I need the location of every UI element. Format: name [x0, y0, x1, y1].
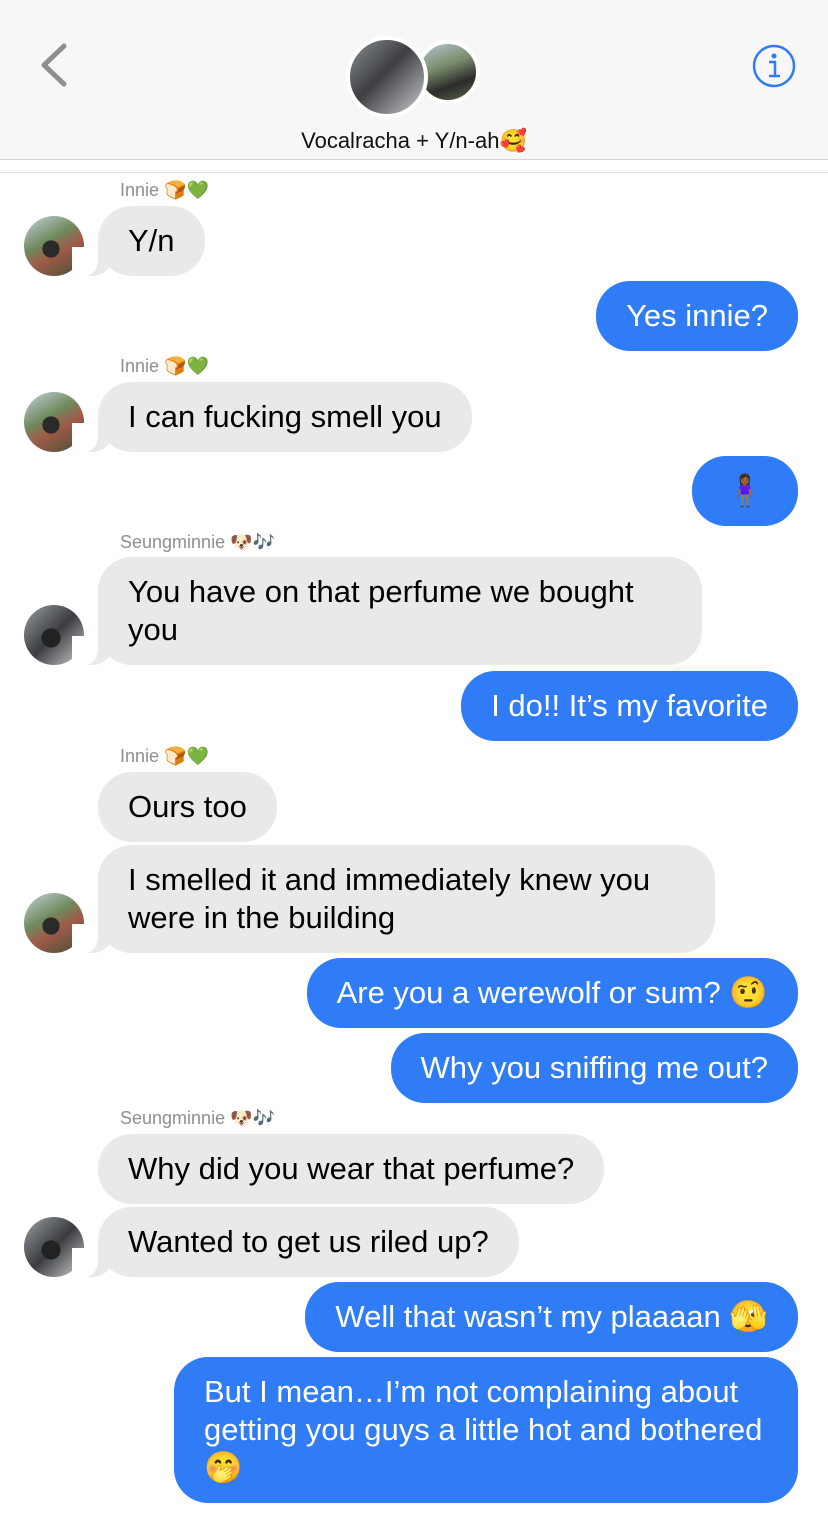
- header-divider: [0, 159, 828, 160]
- chat-title[interactable]: Vocalracha + Y/n-ah🥰: [0, 128, 828, 154]
- info-button[interactable]: [752, 44, 796, 88]
- sender-name: Innie 🍞💚: [120, 356, 209, 376]
- sender-name: Innie 🍞💚: [120, 746, 209, 766]
- message-bubble-outgoing[interactable]: Are you a werewolf or sum? 🤨: [306, 958, 798, 1028]
- sender-name: Seungminnie 🐶🎶: [120, 532, 275, 552]
- back-button[interactable]: [34, 40, 74, 90]
- message-bubble-outgoing[interactable]: I do!! It’s my favorite: [461, 671, 798, 741]
- sender-name: Innie 🍞💚: [120, 180, 209, 200]
- message-bubble-incoming[interactable]: I smelled it and immediately knew you we…: [72, 845, 715, 954]
- info-circle-icon: [752, 44, 796, 88]
- message-bubble-incoming[interactable]: Wanted to get us riled up?: [72, 1207, 519, 1278]
- chevron-left-icon: [41, 43, 67, 87]
- message-bubble-incoming[interactable]: Ours too: [98, 772, 277, 842]
- message-bubble-outgoing[interactable]: Yes innie?: [596, 281, 798, 351]
- message-bubble-outgoing[interactable]: 🧍🏾‍♀️: [692, 456, 798, 526]
- message-bubble-incoming[interactable]: I can fucking smell you: [72, 382, 472, 453]
- header-divider-secondary: [0, 172, 828, 173]
- group-avatar[interactable]: [346, 36, 480, 118]
- message-bubble-incoming[interactable]: You have on that perfume we bought you: [72, 557, 702, 666]
- message-bubble-outgoing[interactable]: Well that wasn’t my plaaaan 🫣: [305, 1282, 798, 1352]
- member-avatar-1: [346, 36, 428, 118]
- message-bubble-outgoing[interactable]: Why you sniffing me out?: [390, 1033, 798, 1103]
- message-bubble-outgoing[interactable]: But I mean…I’m not complaining about get…: [174, 1357, 798, 1503]
- sender-name: Seungminnie 🐶🎶: [120, 1108, 275, 1128]
- message-bubble-incoming[interactable]: Y/n: [72, 206, 205, 277]
- message-bubble-incoming[interactable]: Why did you wear that perfume?: [98, 1134, 605, 1204]
- chat-header: Vocalracha + Y/n-ah🥰: [0, 0, 828, 160]
